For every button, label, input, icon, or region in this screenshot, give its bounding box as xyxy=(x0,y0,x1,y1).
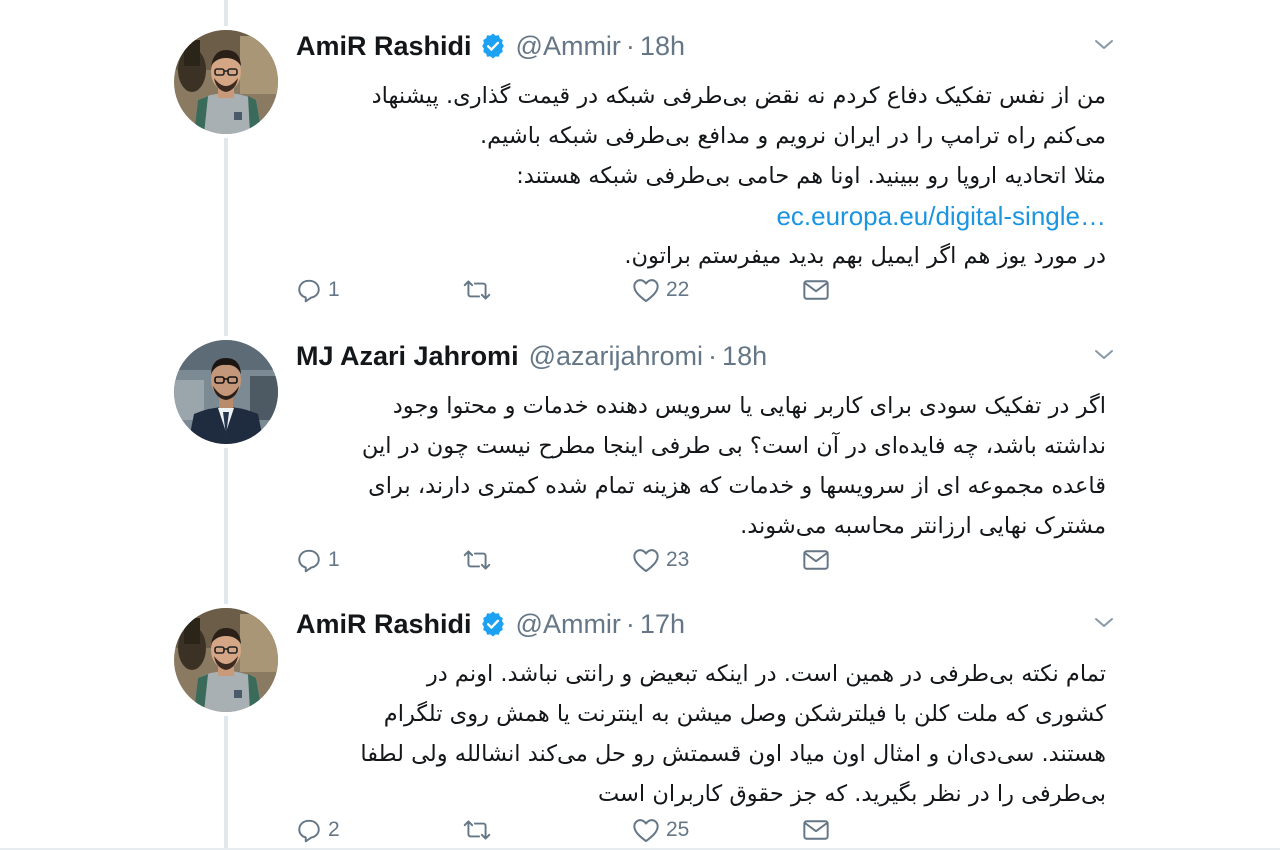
avatar[interactable] xyxy=(174,608,278,712)
retweet-button[interactable] xyxy=(462,272,498,308)
tweet-actions: 1 22 xyxy=(296,272,896,308)
text-line: نداشته باشد، چه فایده‌ای در آن است؟ بی ط… xyxy=(361,433,1106,459)
reply-button[interactable]: 2 xyxy=(296,812,340,848)
tweet-header: MJ Azari Jahromi @azarijahromi · 18h xyxy=(296,336,767,376)
text-line: هستند. سی‌دی‌ان و امثال اون میاد اون قسم… xyxy=(360,741,1106,767)
tweet-1[interactable]: AmiR Rashidi @Ammir · 18h من از نفس تفکی… xyxy=(170,26,1130,326)
retweet-icon xyxy=(462,547,492,573)
heart-icon xyxy=(632,277,660,303)
like-count: 25 xyxy=(666,818,690,841)
tweet-actions: 2 25 xyxy=(296,812,896,848)
reply-icon xyxy=(296,547,322,573)
verified-badge-icon xyxy=(480,33,506,59)
text-line: بی‌طرفی را در نظر بگیرید. که جز حقوق کار… xyxy=(597,781,1106,807)
tweet-text: تمام نکته بی‌طرفی در همین است. در اینکه … xyxy=(296,654,1106,814)
retweet-icon xyxy=(462,277,492,303)
separator: · xyxy=(625,30,635,61)
like-button[interactable]: 25 xyxy=(632,812,689,848)
reply-icon xyxy=(296,277,322,303)
tweet-header: AmiR Rashidi @Ammir · 17h xyxy=(296,604,685,644)
chevron-down-icon[interactable] xyxy=(1092,342,1116,366)
text-line: تمام نکته بی‌طرفی در همین است. در اینکه … xyxy=(426,661,1106,687)
display-name[interactable]: AmiR Rashidi xyxy=(296,31,472,62)
direct-message-button[interactable] xyxy=(802,812,830,848)
text-line: اگر در تفکیک سودی برای کاربر نهایی یا سر… xyxy=(392,393,1106,419)
retweet-icon xyxy=(462,817,492,843)
separator: · xyxy=(625,608,635,639)
retweet-button[interactable] xyxy=(462,812,498,848)
display-name[interactable]: MJ Azari Jahromi xyxy=(296,341,519,372)
external-link[interactable]: ec.europa.eu/digital-single… xyxy=(296,196,1106,236)
text-line: من از نفس تفکیک دفاع کردم نه نقض بی‌طرفی… xyxy=(371,83,1106,109)
text-line: قاعده مجموعه ای از سرویسها و خدمات که هز… xyxy=(368,473,1106,499)
timestamp[interactable]: 17h xyxy=(640,609,685,640)
retweet-button[interactable] xyxy=(462,542,498,578)
like-button[interactable]: 23 xyxy=(632,542,689,578)
handle[interactable]: @azarijahromi xyxy=(529,341,703,372)
envelope-icon xyxy=(802,277,830,303)
handle[interactable]: @Ammir xyxy=(516,31,621,62)
display-name[interactable]: AmiR Rashidi xyxy=(296,609,472,640)
separator: · xyxy=(708,340,718,371)
tweet-text: من از نفس تفکیک دفاع کردم نه نقض بی‌طرفی… xyxy=(296,76,1106,276)
direct-message-button[interactable] xyxy=(802,272,830,308)
verified-badge-icon xyxy=(480,611,506,637)
tweet-text: اگر در تفکیک سودی برای کاربر نهایی یا سر… xyxy=(296,386,1106,546)
like-count: 23 xyxy=(666,548,690,571)
reply-button[interactable]: 1 xyxy=(296,272,340,308)
tweet-actions: 1 23 xyxy=(296,542,896,578)
chevron-down-icon[interactable] xyxy=(1092,610,1116,634)
text-line: کشوری که ملت کلن با فیلترشکن وصل میشن به… xyxy=(383,701,1106,727)
heart-icon xyxy=(632,547,660,573)
timestamp[interactable]: 18h xyxy=(722,341,767,372)
avatar[interactable] xyxy=(174,340,278,444)
tweet-thread: AmiR Rashidi @Ammir · 18h من از نفس تفکی… xyxy=(0,0,1280,850)
handle[interactable]: @Ammir xyxy=(516,609,621,640)
reply-icon xyxy=(296,817,322,843)
tweet-3[interactable]: AmiR Rashidi @Ammir · 17h تمام نکته بی‌ط… xyxy=(170,604,1130,850)
tweet-header: AmiR Rashidi @Ammir · 18h xyxy=(296,26,685,66)
reply-count: 1 xyxy=(328,548,340,571)
text-line: مشترک نهایی ارزانتر محاسبه می‌شوند. xyxy=(740,513,1106,539)
heart-icon xyxy=(632,817,660,843)
reply-button[interactable]: 1 xyxy=(296,542,340,578)
text-line: می‌کنم راه ترامپ را در ایران نرویم و مدا… xyxy=(480,123,1106,149)
like-count: 22 xyxy=(666,278,690,301)
text-line: در مورد یوز هم اگر ایمیل بهم بدید میفرست… xyxy=(624,243,1106,269)
chevron-down-icon[interactable] xyxy=(1092,32,1116,56)
envelope-icon xyxy=(802,547,830,573)
text-line: مثلا اتحادیه اروپا رو ببینید. اونا هم حا… xyxy=(516,163,1106,189)
like-button[interactable]: 22 xyxy=(632,272,689,308)
envelope-icon xyxy=(802,817,830,843)
tweet-2[interactable]: MJ Azari Jahromi @azarijahromi · 18h اگر… xyxy=(170,336,1130,600)
reply-count: 1 xyxy=(328,278,340,301)
reply-count: 2 xyxy=(328,818,340,841)
avatar[interactable] xyxy=(174,30,278,134)
timestamp[interactable]: 18h xyxy=(640,31,685,62)
direct-message-button[interactable] xyxy=(802,542,830,578)
